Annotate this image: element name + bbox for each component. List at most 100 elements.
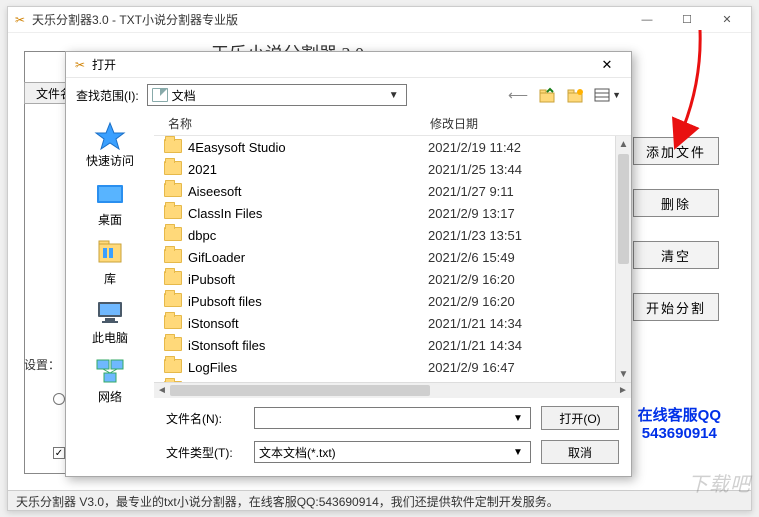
file-date: 2021/2/9 13:17 — [428, 206, 615, 221]
file-name: iStonsoft files — [188, 338, 428, 353]
thispc-icon — [93, 297, 127, 327]
file-date: 2021/2/9 16:20 — [428, 294, 615, 309]
file-name: My Backups — [188, 382, 428, 383]
nav-view-icon[interactable]: ▼ — [594, 88, 621, 102]
lookup-label: 查找范围(I): — [76, 87, 139, 104]
file-date: 2021/2/19 11:42 — [428, 140, 615, 155]
folder-icon — [164, 315, 182, 331]
file-name: GifLoader — [188, 250, 428, 265]
open-button[interactable]: 打开(O) — [541, 406, 619, 430]
file-name: 4Easysoft Studio — [188, 140, 428, 155]
clear-button[interactable]: 清空 — [633, 241, 719, 269]
list-item[interactable]: iStonsoft files2021/1/21 14:34 — [154, 334, 615, 356]
hscroll-thumb[interactable] — [170, 385, 430, 396]
filename-label: 文件名(N): — [166, 410, 244, 427]
list-item[interactable]: iPubsoft files2021/2/9 16:20 — [154, 290, 615, 312]
qq-number: 543690914 — [638, 425, 721, 442]
place-quick[interactable]: 快速访问 — [72, 116, 148, 173]
header-date[interactable]: 修改日期 — [426, 115, 631, 132]
filetype-select[interactable]: 文本文档(*.txt) ▼ — [254, 441, 531, 463]
file-date: 2021/2/6 15:49 — [428, 250, 615, 265]
close-button[interactable]: ✕ — [707, 7, 747, 33]
settings-label: 设置： — [24, 356, 60, 373]
vertical-scrollbar[interactable]: ▲ ▼ — [615, 136, 631, 382]
dialog-titlebar[interactable]: ✂ 打开 ✕ — [66, 52, 631, 78]
check-row: ✓ — [53, 447, 65, 459]
start-split-button[interactable]: 开始分割 — [633, 293, 719, 321]
list-item[interactable]: LogFiles2021/2/9 16:47 — [154, 356, 615, 378]
dialog-footer: 文件名(N): ▼ 打开(O) 文件类型(T): 文本文档(*.txt) ▼ 取… — [66, 398, 631, 476]
chevron-down-icon: ▼ — [510, 413, 526, 424]
cancel-button[interactable]: 取消 — [541, 440, 619, 464]
output-radio[interactable] — [53, 393, 65, 405]
scroll-left-icon[interactable]: ◄ — [154, 383, 170, 398]
file-name: LogFiles — [188, 360, 428, 375]
nav-icons: ⟵ ▼ — [508, 87, 621, 104]
scroll-thumb[interactable] — [618, 154, 629, 264]
file-date: 2021/1/23 13:51 — [428, 228, 615, 243]
dialog-close-button[interactable]: ✕ — [589, 54, 625, 76]
folder-icon — [164, 293, 182, 309]
folder-icon — [164, 271, 182, 287]
file-name: iStonsoft — [188, 316, 428, 331]
filetype-label: 文件类型(T): — [166, 444, 244, 461]
folder-icon — [164, 381, 182, 382]
scroll-up-icon[interactable]: ▲ — [616, 136, 631, 152]
file-name: 2021 — [188, 162, 428, 177]
list-item[interactable]: 20212021/1/25 13:44 — [154, 158, 615, 180]
filetype-value: 文本文档(*.txt) — [259, 444, 336, 461]
place-label: 此电脑 — [92, 329, 128, 346]
file-headers: 名称 修改日期 — [154, 112, 631, 136]
place-label: 快速访问 — [86, 152, 134, 169]
scroll-right-icon[interactable]: ► — [615, 383, 631, 398]
nav-back-icon[interactable]: ⟵ — [508, 87, 528, 104]
place-desktop[interactable]: 桌面 — [72, 175, 148, 232]
header-name[interactable]: 名称 — [164, 115, 426, 132]
open-dialog: ✂ 打开 ✕ 查找范围(I): 文档 ▼ ⟵ ▼ 快速访问桌面库此电脑网络 — [65, 51, 632, 477]
list-item[interactable]: 4Easysoft Studio2021/2/19 11:42 — [154, 136, 615, 158]
list-item[interactable]: ClassIn Files2021/2/9 13:17 — [154, 202, 615, 224]
horizontal-scrollbar[interactable]: ◄ ► — [154, 382, 631, 398]
action-buttons: 添加文件 删除 清空 开始分割 — [633, 137, 719, 321]
add-file-button[interactable]: 添加文件 — [633, 137, 719, 165]
file-list: 4Easysoft Studio2021/2/19 11:4220212021/… — [154, 136, 631, 382]
folder-icon — [164, 249, 182, 265]
minimize-button[interactable]: ― — [627, 7, 667, 33]
list-item[interactable]: Aiseesoft2021/1/27 9:11 — [154, 180, 615, 202]
documents-icon — [152, 88, 168, 102]
main-titlebar[interactable]: ✂ 天乐分割器3.0 - TXT小说分割器专业版 ― ☐ ✕ — [8, 7, 751, 33]
filename-input[interactable]: ▼ — [254, 407, 531, 429]
list-item[interactable]: GifLoader2021/2/6 15:49 — [154, 246, 615, 268]
desktop-icon — [93, 179, 127, 209]
list-item[interactable]: My Backups2021/1/16 15:00 — [154, 378, 615, 382]
app-icon: ✂ — [12, 12, 28, 28]
dialog-body: 快速访问桌面库此电脑网络 名称 修改日期 4Easysoft Studio202… — [66, 112, 631, 398]
file-date: 2021/1/27 9:11 — [428, 184, 615, 199]
folder-icon — [164, 337, 182, 353]
qq-support-block: 在线客服QQ 543690914 — [638, 404, 721, 442]
folder-icon — [164, 205, 182, 221]
chevron-down-icon: ▼ — [386, 90, 402, 101]
place-libraries[interactable]: 库 — [72, 234, 148, 291]
nav-up-icon[interactable] — [538, 87, 556, 103]
folder-icon — [164, 183, 182, 199]
network-icon — [93, 356, 127, 386]
maximize-button[interactable]: ☐ — [667, 7, 707, 33]
chevron-down-icon: ▼ — [510, 447, 526, 458]
file-date: 2021/2/9 16:47 — [428, 360, 615, 375]
lookup-row: 查找范围(I): 文档 ▼ ⟵ ▼ — [66, 78, 631, 112]
list-item[interactable]: iPubsoft2021/2/9 16:20 — [154, 268, 615, 290]
file-date: 2021/1/21 14:34 — [428, 316, 615, 331]
list-item[interactable]: iStonsoft2021/1/21 14:34 — [154, 312, 615, 334]
list-item[interactable]: dbpc2021/1/23 13:51 — [154, 224, 615, 246]
main-title: 天乐分割器3.0 - TXT小说分割器专业版 — [32, 11, 238, 28]
folder-icon — [164, 227, 182, 243]
option-checkbox[interactable]: ✓ — [53, 447, 65, 459]
nav-new-folder-icon[interactable] — [566, 87, 584, 103]
lookup-combo[interactable]: 文档 ▼ — [147, 84, 407, 106]
place-thispc[interactable]: 此电脑 — [72, 293, 148, 350]
file-area: 名称 修改日期 4Easysoft Studio2021/2/19 11:422… — [154, 112, 631, 398]
delete-button[interactable]: 删除 — [633, 189, 719, 217]
dialog-title: 打开 — [92, 56, 116, 73]
scroll-down-icon[interactable]: ▼ — [616, 366, 631, 382]
